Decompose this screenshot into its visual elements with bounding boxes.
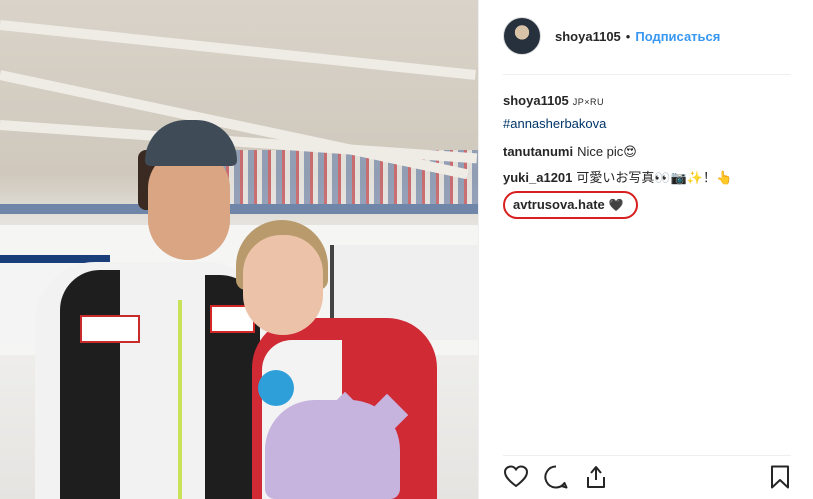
comment-text: Nice pic😍 — [577, 144, 637, 159]
black-heart-icon: 🖤 — [608, 198, 624, 212]
post-header: shoya1105 • Подписаться — [503, 16, 720, 56]
caption-hashtag-row: #annasherbakova — [503, 113, 791, 135]
caption: shoya1105 JP×RU — [503, 90, 791, 113]
separator-dot: • — [625, 28, 631, 44]
post-photo[interactable] — [0, 0, 478, 499]
person-face — [243, 235, 323, 335]
comments-list: shoya1105 JP×RU #annasherbakova tanutanum… — [503, 90, 791, 219]
author-username[interactable]: shoya1105 — [555, 29, 621, 44]
comment-item: yuki_a1201 可愛いお写真👀📷✨！👆 — [503, 167, 791, 189]
comment-icon[interactable] — [543, 464, 569, 490]
hashtag-link[interactable]: #annasherbakova — [503, 116, 606, 131]
caption-tag: JP×RU — [572, 97, 605, 107]
person-face — [148, 150, 230, 260]
comment-username[interactable]: yuki_a1201 — [503, 170, 572, 185]
comment-text: 可愛いお写真👀📷✨！👆 — [576, 170, 733, 185]
heart-icon[interactable] — [503, 464, 529, 490]
red-circle-annotation: avtrusova.hate 🖤 — [503, 191, 638, 219]
avatar[interactable] — [503, 17, 541, 55]
plush-toy — [265, 400, 400, 499]
jacket-panel — [60, 270, 120, 499]
caption-username[interactable]: shoya1105 — [503, 93, 569, 108]
share-icon[interactable] — [583, 464, 609, 490]
bookmark-icon[interactable] — [767, 464, 793, 490]
roof-beam — [0, 20, 476, 80]
action-bar — [503, 464, 795, 490]
divider — [503, 74, 791, 75]
sponsor-badge — [258, 370, 294, 406]
divider — [503, 455, 791, 456]
comment-username[interactable]: tanutanumi — [503, 144, 573, 159]
comment-item: tanutanumi Nice pic😍 — [503, 141, 791, 163]
jacket-zip — [178, 300, 182, 499]
follow-button[interactable]: Подписаться — [635, 29, 720, 44]
sponsor-patch — [80, 315, 140, 343]
rink-wall — [0, 204, 478, 214]
comment-username[interactable]: avtrusova.hate — [513, 197, 605, 212]
post-side-panel: shoya1105 • Подписаться shoya1105 JP×RU #… — [478, 0, 813, 499]
comment-item: avtrusova.hate 🖤 — [503, 191, 791, 219]
